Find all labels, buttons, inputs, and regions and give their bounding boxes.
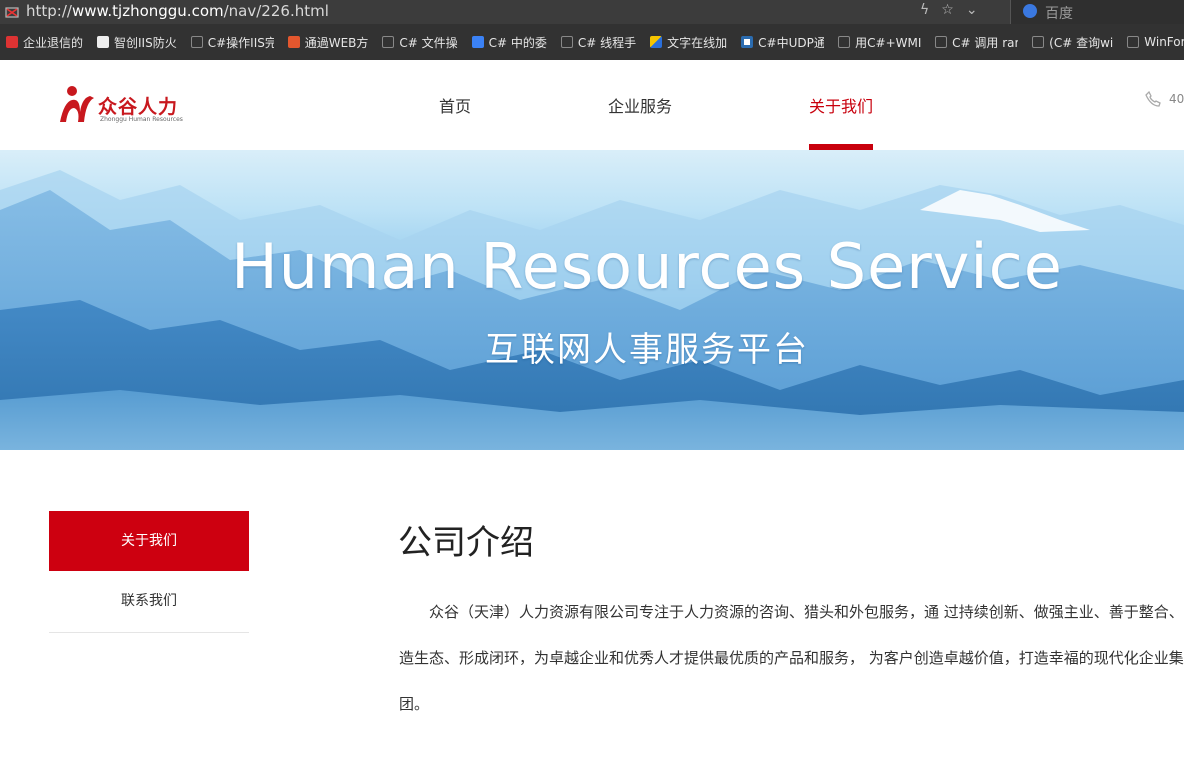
url-prefix: http:// xyxy=(26,2,72,20)
bookmark-favicon-icon xyxy=(838,36,851,48)
bookmark-item[interactable]: 用C#+WMI xyxy=(832,24,929,60)
nav-enterprise-services[interactable]: 企业服务 xyxy=(608,93,672,117)
bookmark-favicon-icon xyxy=(741,36,754,48)
search-box[interactable]: 百度 xyxy=(1010,0,1184,24)
logo-text-en: Zhonggu Human Resources xyxy=(100,116,183,123)
bookmark-item[interactable]: C# 调用 rar xyxy=(929,24,1026,60)
bookmark-label: C# 线程手 xyxy=(577,35,637,50)
bookmark-item[interactable]: 文字在线加 xyxy=(644,24,735,60)
bookmark-label: C#中UDP通 xyxy=(758,35,825,50)
bookmark-favicon-icon xyxy=(1032,36,1045,48)
sidebar: 关于我们 联系我们 xyxy=(49,511,249,633)
site-logo[interactable]: 众谷人力 Zhonggu Human Resources xyxy=(58,84,188,128)
phone-icon xyxy=(1145,91,1161,107)
bookmark-favicon-icon xyxy=(1127,36,1140,48)
nav-home[interactable]: 首页 xyxy=(439,93,471,117)
search-placeholder: 百度 xyxy=(1045,6,1073,22)
company-intro: 众谷（天津）人力资源有限公司专注于人力资源的咨询、猎头和外包服务，通 过持续创新… xyxy=(399,589,1184,727)
sidebar-item-contact-us[interactable]: 联系我们 xyxy=(49,571,249,633)
bookmark-item[interactable]: C#操作IIS完 xyxy=(185,24,282,60)
lightning-icon[interactable]: ϟ xyxy=(920,2,929,18)
bookmark-item[interactable]: C# 中的委 xyxy=(466,24,555,60)
bookmark-label: C# 文件操 xyxy=(399,35,458,50)
not-secure-icon xyxy=(5,7,19,18)
banner-title-en: Human Resources Service xyxy=(231,230,1063,303)
bookmark-favicon-icon xyxy=(6,36,18,48)
hero-banner: Human Resources Service 互联网人事服务平台 xyxy=(0,150,1184,450)
bookmark-label: C#操作IIS完 xyxy=(207,35,274,50)
bookmark-label: WinForm xyxy=(1144,35,1184,49)
address-tools: ϟ ☆ ⌄ xyxy=(920,2,978,18)
bookmark-label: 通過WEB方 xyxy=(304,35,369,50)
bookmark-label: C# 调用 rar xyxy=(952,35,1019,50)
bookmark-item[interactable]: C#中UDP通 xyxy=(735,24,832,60)
bookmark-favicon-icon xyxy=(935,36,948,48)
logo-text-cn: 众谷人力 xyxy=(98,96,179,118)
banner-title-cn: 互联网人事服务平台 xyxy=(485,330,809,370)
logo-mark-icon xyxy=(60,86,94,122)
url-domain: www.tjzhonggu.com xyxy=(71,2,224,20)
bookmark-favicon-icon xyxy=(560,36,573,48)
bookmark-item[interactable]: 企业退信的 xyxy=(0,24,91,60)
bookmark-item[interactable]: (C# 查询wi xyxy=(1026,24,1121,60)
bookmark-favicon-icon xyxy=(190,36,203,48)
url-field[interactable]: http://www.tjzhonggu.com/nav/226.html xyxy=(26,2,329,20)
page-title: 公司介绍 xyxy=(398,523,534,563)
star-icon[interactable]: ☆ xyxy=(941,2,954,18)
bookmark-favicon-icon xyxy=(471,36,484,48)
sidebar-item-about-us[interactable]: 关于我们 xyxy=(49,511,249,571)
bookmark-item[interactable]: 智创IIS防火 xyxy=(91,24,185,60)
bookmark-label: 智创IIS防火 xyxy=(114,35,177,50)
bookmark-favicon-icon xyxy=(287,36,300,48)
bookmark-item[interactable]: 通過WEB方 xyxy=(282,24,377,60)
chevron-down-icon[interactable]: ⌄ xyxy=(966,2,978,18)
bookmark-favicon-icon xyxy=(97,36,110,48)
nav-about-us[interactable]: 关于我们 xyxy=(809,93,873,117)
url-path: /nav/226.html xyxy=(223,2,329,20)
bookmark-favicon-icon xyxy=(650,36,663,48)
bookmark-item[interactable]: C# 文件操 xyxy=(376,24,465,60)
site-header: 众谷人力 Zhonggu Human Resources 首页 企业服务 关于我… xyxy=(0,60,1184,150)
bookmark-label: 企业退信的 xyxy=(23,35,84,50)
bookmark-label: 用C#+WMI xyxy=(855,35,922,50)
browser-address-bar: http://www.tjzhonggu.com/nav/226.html ϟ … xyxy=(0,0,1184,24)
bookmark-item[interactable]: C# 线程手 xyxy=(555,24,644,60)
bookmark-label: (C# 查询wi xyxy=(1049,35,1114,50)
bookmark-label: 文字在线加 xyxy=(667,35,728,50)
bookmarks-bar: 企业退信的 智创IIS防火 C#操作IIS完 通過WEB方 C# 文件操 C# 中的委 C#… xyxy=(0,24,1184,60)
phone-number: 40 xyxy=(1169,92,1184,106)
bookmark-item[interactable]: WinForm xyxy=(1121,24,1184,60)
bookmark-favicon-icon xyxy=(382,36,395,48)
bookmark-label: C# 中的委 xyxy=(488,35,547,50)
phone-contact: 40 xyxy=(1145,91,1184,107)
baidu-icon xyxy=(1023,4,1037,18)
intro-paragraph: 众谷（天津）人力资源有限公司专注于人力资源的咨询、猎头和外包服务，通 过持续创新… xyxy=(399,603,1184,713)
